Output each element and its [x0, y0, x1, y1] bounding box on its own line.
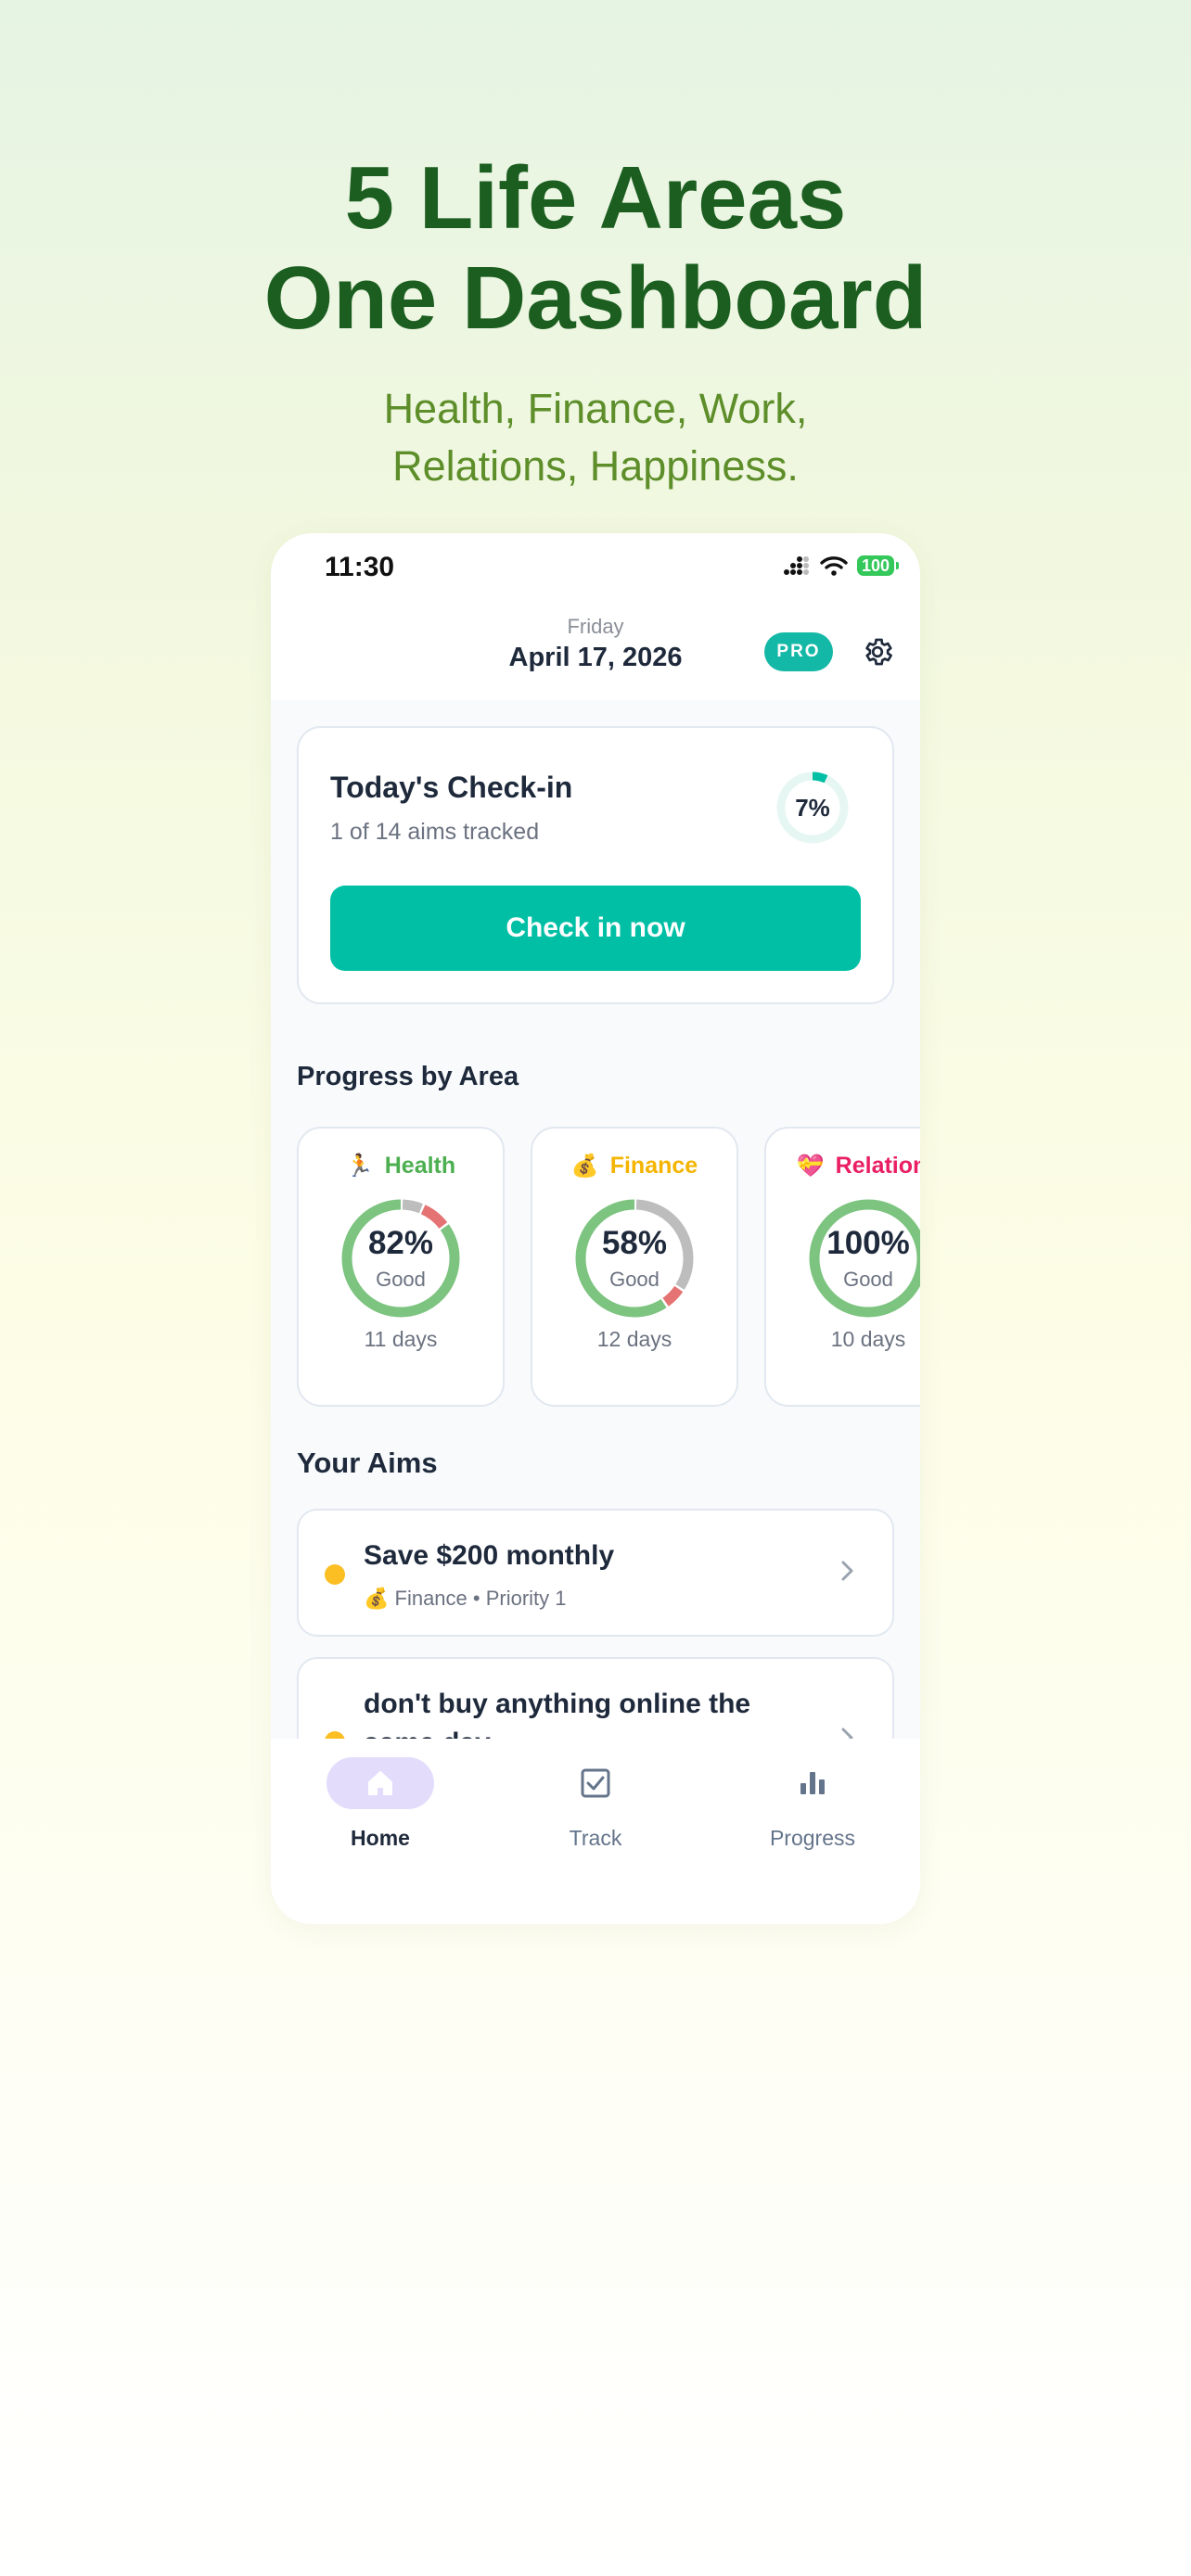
aim-meta: 💰 Finance • Priority 1: [364, 1587, 567, 1610]
dashboard-content[interactable]: Today's Check-in 1 of 14 aims tracked 7%…: [271, 700, 920, 1739]
hero-title: 5 Life Areas One Dashboard: [0, 148, 1191, 349]
area-percent: 58%: [601, 1225, 668, 1261]
checkin-subtitle: 1 of 14 aims tracked: [330, 819, 540, 845]
aim-title-line2: same day: [364, 1724, 750, 1739]
area-percent: 100%: [826, 1225, 910, 1261]
heart-icon: 💝: [796, 1154, 825, 1179]
battery-icon: 100: [856, 555, 900, 576]
status-bar: 11:30 100: [271, 533, 920, 607]
area-header: 💰 Finance: [532, 1153, 736, 1180]
check-in-button[interactable]: Check in now: [330, 886, 861, 971]
area-header: 🏃 Health: [299, 1153, 503, 1180]
aim-item[interactable]: Save $200 monthly 💰 Finance • Priority 1: [297, 1509, 894, 1637]
hero-title-line2: One Dashboard: [263, 249, 928, 348]
chevron-right-icon: [841, 1561, 853, 1581]
area-name: Finance: [609, 1153, 698, 1179]
area-status: Good: [609, 1268, 660, 1291]
aim-title: Save $200 monthly: [364, 1540, 615, 1571]
tab-progress[interactable]: Progress: [720, 1757, 905, 1868]
bar-chart-icon: [800, 1772, 825, 1794]
tab-home[interactable]: Home: [288, 1757, 473, 1868]
chevron-right-icon: [841, 1728, 853, 1739]
status-time: 11:30: [325, 552, 395, 582]
area-days: 11 days: [364, 1327, 438, 1351]
tab-label: Home: [351, 1826, 410, 1850]
gear-icon[interactable]: [861, 635, 894, 669]
pro-badge[interactable]: PRO: [764, 632, 833, 671]
aims-section-title: Your Aims: [297, 1447, 438, 1479]
money-bag-icon: 💰: [570, 1154, 599, 1179]
home-icon: [368, 1771, 392, 1795]
phone-screen: 11:30 100 Friday April 17, 2026 PRO Toda…: [271, 533, 920, 1924]
area-status: Good: [843, 1268, 893, 1291]
hero-subtitle-line2: Relations, Happiness.: [392, 442, 799, 490]
checkin-percent: 7%: [795, 794, 830, 822]
tab-track[interactable]: Track: [503, 1757, 688, 1868]
aim-title: don't buy anything online the same day: [364, 1685, 750, 1739]
bottom-tab-bar: Home Track Progress: [271, 1739, 920, 1924]
area-header: 💝 Relations: [766, 1153, 920, 1180]
tab-label: Track: [569, 1826, 622, 1850]
area-days: 12 days: [596, 1327, 672, 1351]
aim-status-dot: [325, 1731, 345, 1739]
area-days: 10 days: [830, 1327, 906, 1351]
area-percent: 82%: [367, 1225, 434, 1261]
area-card-relations[interactable]: 💝 Relations 100% Good 10 days: [764, 1127, 920, 1407]
aim-status-dot: [325, 1564, 345, 1585]
checkin-card: Today's Check-in 1 of 14 aims tracked 7%…: [297, 726, 894, 1004]
hero-title-line1: 5 Life Areas: [344, 148, 847, 248]
area-card-health[interactable]: 🏃 Health 82% Good 11 days: [297, 1127, 505, 1407]
runner-icon: 🏃: [345, 1154, 374, 1179]
aim-title-line1: don't buy anything online the: [364, 1689, 751, 1719]
wifi-icon: [820, 556, 848, 576]
signal-icon: [783, 556, 809, 575]
hero-subtitle-line1: Health, Finance, Work,: [383, 385, 808, 432]
status-icons: 100: [783, 555, 900, 576]
checkin-title: Today's Check-in: [330, 771, 573, 804]
area-name: Health: [384, 1153, 456, 1179]
aim-item[interactable]: don't buy anything online the same day: [297, 1657, 894, 1739]
area-status: Good: [376, 1268, 426, 1291]
area-card-finance[interactable]: 💰 Finance 58% Good 12 days: [531, 1127, 738, 1407]
checkbox-icon: [581, 1768, 610, 1798]
progress-section-title: Progress by Area: [297, 1062, 519, 1091]
hero-subtitle: Health, Finance, Work, Relations, Happin…: [0, 380, 1191, 495]
tab-label: Progress: [769, 1826, 856, 1850]
area-name: Relations: [835, 1153, 920, 1179]
